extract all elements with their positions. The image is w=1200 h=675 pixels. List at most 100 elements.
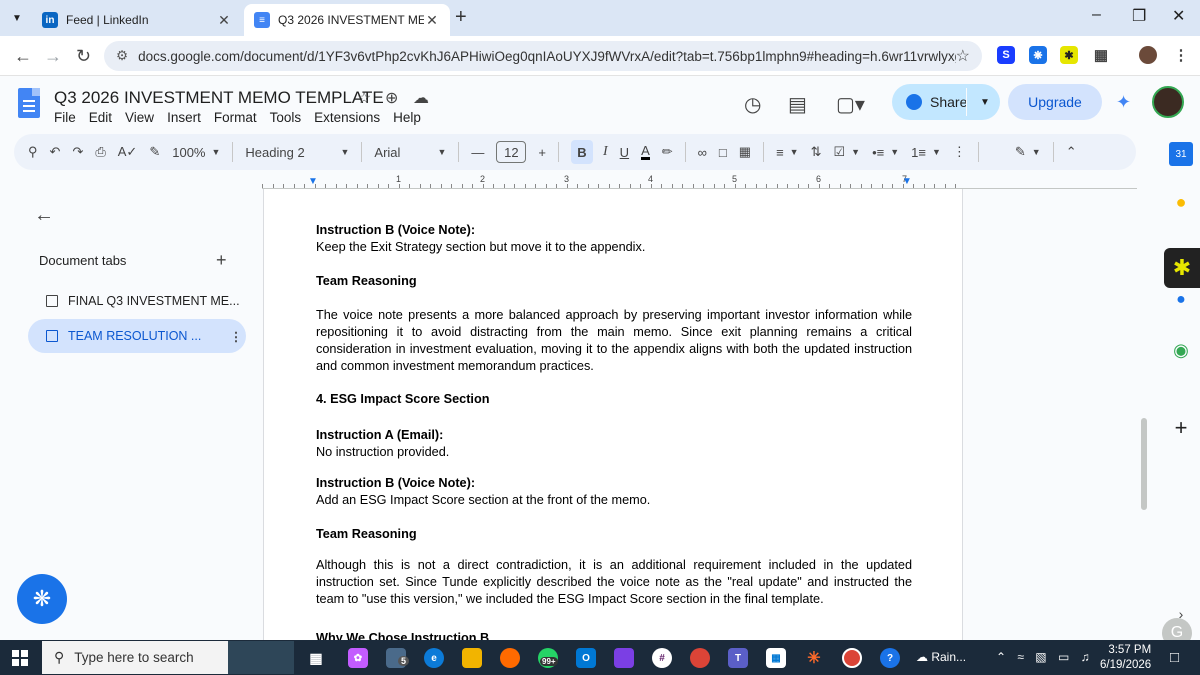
mail-app-icon[interactable]: 5 (386, 648, 410, 668)
taskbar-clock[interactable]: 3:57 PM 6/19/2026 (1100, 643, 1151, 673)
close-outline-arrow-icon[interactable]: ← (34, 204, 54, 227)
version-history-icon[interactable]: ◷ (744, 92, 761, 117)
taskbar-search-input[interactable]: ⚲ Type here to search (42, 641, 294, 674)
move-folder-icon[interactable]: ⊕ (385, 88, 398, 108)
add-comment-icon[interactable]: □ (719, 145, 727, 160)
menu-help[interactable]: Help (393, 110, 421, 125)
menu-tools[interactable]: Tools (270, 110, 302, 125)
copilot-icon[interactable]: ✿ (348, 648, 368, 668)
extensions-puzzle-icon[interactable]: ▦ (1092, 46, 1110, 64)
scrollbar-thumb[interactable] (1141, 418, 1147, 510)
chrome-active-icon[interactable] (842, 648, 862, 668)
edge-browser-icon[interactable]: e (424, 648, 444, 668)
menu-view[interactable]: View (125, 110, 154, 125)
restore-button[interactable]: ❐ (1132, 6, 1146, 26)
help-icon[interactable]: ? (880, 648, 900, 668)
new-tab-button[interactable]: + (455, 6, 467, 29)
account-avatar[interactable] (1152, 86, 1184, 118)
editing-mode-pencil-icon[interactable]: ✎ ▼ (1015, 144, 1041, 160)
url-input[interactable]: ⚙ docs.google.com/document/d/1YF3v6vtPhp… (104, 41, 982, 71)
horizontal-ruler[interactable]: 1 2 3 4 5 6 7 ▼ ▼ (262, 174, 962, 188)
line-spacing-icon[interactable]: ⇅ (811, 144, 822, 160)
tab-options-icon[interactable]: ⋮ (226, 329, 246, 344)
bold-button[interactable]: B (571, 140, 593, 164)
more-options-icon[interactable]: ⋮ (953, 144, 966, 160)
share-button[interactable]: Share ▼ (892, 84, 1000, 120)
extension-icon[interactable]: ❋ (1029, 46, 1047, 64)
numbered-list-icon[interactable]: 1≡ ▼ (911, 145, 941, 160)
reload-icon[interactable]: ↻ (76, 46, 91, 67)
redo-icon[interactable]: ↷ (72, 144, 83, 160)
cloud-status-icon[interactable]: ☁ (413, 88, 429, 108)
browser-tab-docs[interactable]: ≡ Q3 2026 INVESTMENT MEMO TEMPLATE ✕ (244, 4, 450, 36)
maps-pin-icon[interactable]: ◉ (1169, 338, 1193, 362)
minimize-button[interactable]: – (1092, 6, 1101, 24)
font-size-input[interactable]: 12 (496, 141, 527, 163)
contacts-icon[interactable]: ● (1169, 288, 1193, 312)
outlook-icon[interactable]: O (576, 648, 596, 668)
notifications-icon[interactable]: □ (1170, 649, 1179, 666)
menu-kebab-icon[interactable]: ⋮ (1172, 46, 1190, 64)
task-view-icon[interactable]: ▦ (306, 648, 326, 668)
back-arrow-icon[interactable]: ← (14, 46, 32, 67)
share-dropdown-icon[interactable]: ▼ (980, 97, 990, 108)
meet-video-icon[interactable]: ▢▾ (836, 92, 865, 117)
underline-button[interactable]: U (620, 145, 629, 160)
close-tab-icon[interactable]: ✕ (424, 12, 440, 29)
docs-logo-icon[interactable] (18, 88, 40, 118)
bulleted-list-icon[interactable]: •≡ ▼ (872, 145, 899, 160)
windows-start-icon[interactable] (12, 650, 28, 666)
font-select[interactable]: Arial ▼ (374, 145, 446, 160)
teams-icon[interactable]: T (728, 648, 748, 668)
menu-edit[interactable]: Edit (89, 110, 112, 125)
menu-format[interactable]: Format (214, 110, 257, 125)
paint-format-icon[interactable]: ✎ (149, 144, 160, 160)
highlight-pen-icon[interactable]: ✏ (662, 144, 673, 160)
document-tab-final[interactable]: FINAL Q3 INVESTMENT ME... (28, 284, 246, 318)
decrease-font-size-button[interactable]: — (471, 145, 484, 160)
profile-avatar[interactable] (1139, 46, 1157, 64)
add-tab-button[interactable]: + (216, 250, 227, 271)
upgrade-button[interactable]: Upgrade (1008, 84, 1102, 120)
indent-marker-icon[interactable]: ▼ (308, 176, 318, 187)
search-menus-icon[interactable]: ⚲ (28, 144, 38, 160)
checklist-icon[interactable]: ☑ ▼ (834, 144, 861, 160)
floating-ai-button[interactable]: ❋ (17, 574, 67, 624)
print-icon[interactable]: ⎙ (95, 144, 105, 160)
slack-icon[interactable]: # (652, 648, 672, 668)
style-select[interactable]: Heading 2 ▼ (245, 145, 349, 160)
app-icon[interactable] (614, 648, 634, 668)
insert-link-icon[interactable]: ∞ (698, 145, 707, 160)
close-tab-icon[interactable]: ✕ (216, 12, 232, 29)
document-body[interactable]: Instruction B (Voice Note): Keep the Exi… (316, 222, 912, 640)
menu-extensions[interactable]: Extensions (314, 110, 380, 125)
extension-icon[interactable]: S (997, 46, 1015, 64)
claude-icon[interactable]: ✳ (804, 648, 824, 668)
menu-file[interactable]: File (54, 110, 76, 125)
increase-font-size-button[interactable]: + (538, 145, 546, 160)
add-addon-icon[interactable]: + (1169, 415, 1193, 440)
extension-panel-icon[interactable]: ✱ (1164, 248, 1200, 288)
file-explorer-icon[interactable] (462, 648, 482, 668)
tab-search-dropdown[interactable]: ▼ (6, 7, 28, 29)
chrome-icon[interactable] (690, 648, 710, 668)
store-icon[interactable]: ▦ (766, 648, 786, 668)
extension-icon[interactable]: ✱ (1060, 46, 1078, 64)
bookmark-star-icon[interactable]: ☆ (956, 46, 970, 66)
collapse-toolbar-icon[interactable]: ⌃ (1066, 144, 1077, 160)
undo-icon[interactable]: ↶ (50, 144, 61, 160)
whatsapp-icon[interactable]: 99+ (538, 648, 558, 668)
menu-insert[interactable]: Insert (167, 110, 201, 125)
close-window-button[interactable]: ✕ (1172, 6, 1185, 26)
site-info-icon[interactable]: ⚙ (116, 48, 128, 64)
comments-icon[interactable]: ▤ (788, 92, 807, 117)
spellcheck-icon[interactable]: A✓ (118, 144, 138, 160)
calendar-icon[interactable]: 31 (1169, 142, 1193, 166)
system-tray[interactable]: ⌃ ≈ ▧ ▭ ♫ (996, 650, 1094, 664)
text-color-button[interactable]: A (641, 144, 650, 160)
zoom-select[interactable]: 100% ▼ (172, 145, 220, 160)
forward-arrow-icon[interactable]: → (44, 46, 62, 67)
star-icon[interactable]: ☆ (357, 88, 371, 108)
firefox-icon[interactable] (500, 648, 520, 668)
document-page[interactable]: Instruction B (Voice Note): Keep the Exi… (263, 189, 963, 640)
